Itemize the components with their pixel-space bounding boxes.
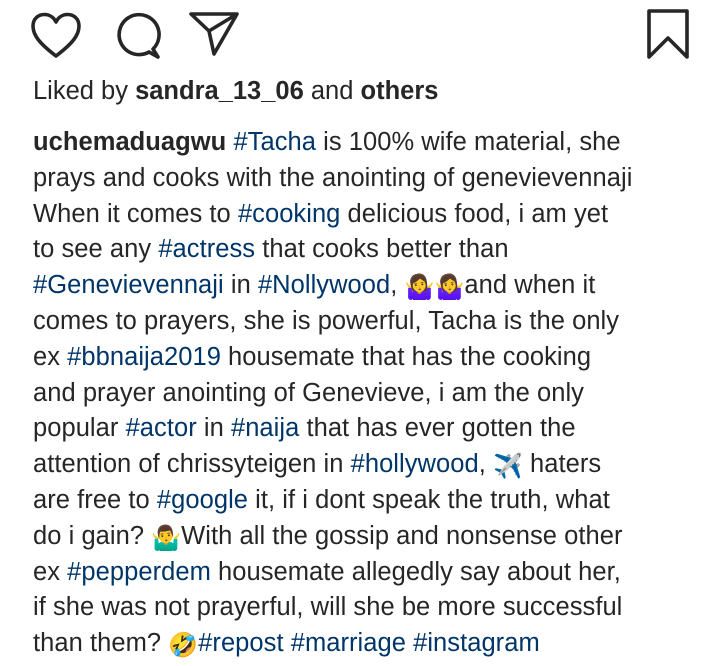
likes-others-link[interactable]: others	[361, 77, 439, 105]
caption-line: than them? 🤣#repost #marriage #instagram	[33, 626, 713, 662]
paper-plane-icon[interactable]	[188, 10, 240, 58]
hashtag-link[interactable]: #instagram	[413, 629, 540, 657]
caption-text: delicious food, i am yet	[340, 199, 609, 228]
hashtag-link[interactable]: #pepperdem	[67, 558, 211, 586]
caption-text: ,	[390, 271, 405, 300]
emoji: 🤷‍♀️	[404, 274, 435, 302]
caption-line: if she was not prayerful, will she be mo…	[33, 590, 713, 626]
caption-text: comes to prayers, she is powerful, Tacha…	[33, 306, 620, 335]
caption-text: When it comes to	[33, 199, 238, 228]
caption-text: that has ever gotten the	[299, 414, 576, 443]
caption-text: in	[196, 414, 231, 443]
bookmark-icon[interactable]	[645, 8, 691, 60]
caption-text: in	[223, 271, 258, 300]
caption-line: When it comes to #cooking delicious food…	[33, 197, 713, 233]
caption-text: prays and cooks with the anointing of ge…	[33, 163, 633, 192]
comment-icon[interactable]	[113, 11, 163, 61]
hashtag-link[interactable]: #actress	[158, 235, 255, 263]
heart-icon[interactable]	[30, 12, 82, 60]
caption-text: do i gain?	[33, 521, 152, 550]
caption-line: attention of chrissyteigen in #hollywood…	[33, 447, 713, 483]
caption-text: housemate that has the cooking	[220, 342, 592, 371]
caption-text: and when it	[464, 271, 596, 300]
hashtag-link[interactable]: #cooking	[238, 200, 340, 228]
hashtag-link[interactable]: #repost	[198, 629, 283, 657]
caption-line: #Genevievennaji in #Nollywood, 🤷‍♀️🤷‍♀️a…	[33, 268, 713, 304]
caption-text: it, if i dont speak the truth, what	[248, 485, 610, 514]
caption-text: to see any	[33, 235, 159, 264]
caption-text: haters	[522, 450, 602, 479]
emoji: 🤣	[168, 632, 199, 660]
post-caption: uchemaduagwu #Tacha is 100% wife materia…	[33, 125, 713, 662]
caption-line: are free to #google it, if i dont speak …	[33, 483, 713, 519]
caption-text: that cooks better than	[255, 235, 509, 264]
caption-username-link[interactable]: uchemaduagwu	[33, 128, 226, 156]
caption-text: With all the gossip and nonsense other	[181, 521, 623, 550]
caption-line: do i gain? 🤷‍♂️With all the gossip and n…	[33, 519, 713, 555]
caption-text: housemate allegedly say about her,	[210, 557, 621, 586]
caption-line: uchemaduagwu #Tacha is 100% wife materia…	[33, 125, 713, 161]
hashtag-link[interactable]: #actor	[126, 414, 197, 442]
hashtag-link[interactable]: #naija	[231, 414, 299, 442]
hashtag-link[interactable]: #Genevievennaji	[33, 271, 224, 299]
hashtag-link[interactable]: #hollywood	[351, 450, 479, 478]
caption-text: attention of chrissyteigen in	[33, 450, 351, 479]
hashtag-link[interactable]: #google	[157, 486, 248, 514]
caption-text: and prayer anointing of Genevieve, i am …	[33, 378, 584, 407]
caption-text: if she was not prayerful, will she be mo…	[33, 593, 623, 622]
hashtag-link[interactable]: #Tacha	[233, 128, 316, 156]
hashtag-link[interactable]: #Nollywood	[258, 271, 390, 299]
likes-prefix: Liked by	[33, 77, 136, 105]
caption-line: popular #actor in #naija that has ever g…	[33, 411, 713, 447]
caption-text	[284, 629, 291, 657]
caption-line: and prayer anointing of Genevieve, i am …	[33, 376, 713, 412]
caption-line: ex #bbnaija2019 housemate that has the c…	[33, 340, 713, 376]
likes-summary: Liked by sandra_13_06 and others	[33, 74, 438, 108]
caption-line: prays and cooks with the anointing of ge…	[33, 161, 713, 197]
caption-text: popular	[33, 414, 126, 443]
caption-line: to see any #actress that cooks better th…	[33, 232, 713, 268]
caption-text: ,	[478, 450, 493, 479]
hashtag-link[interactable]: #marriage	[291, 629, 406, 657]
caption-text: ex	[33, 557, 68, 586]
emoji: ✈️	[492, 453, 523, 481]
emoji: 🤷‍♀️	[434, 274, 465, 302]
liked-by-username-link[interactable]: sandra_13_06	[135, 77, 304, 105]
caption-text: than them?	[33, 629, 169, 658]
caption-text: is 100% wife material, she	[315, 128, 621, 156]
hashtag-link[interactable]: #bbnaija2019	[67, 343, 221, 371]
caption-line: ex #pepperdem housemate allegedly say ab…	[33, 555, 713, 591]
caption-line: comes to prayers, she is powerful, Tacha…	[33, 304, 713, 340]
emoji: 🤷‍♂️	[151, 524, 182, 552]
post-action-bar	[0, 0, 720, 70]
caption-text: are free to	[33, 485, 157, 514]
caption-text: ex	[33, 342, 68, 371]
likes-conjunction: and	[303, 77, 361, 105]
